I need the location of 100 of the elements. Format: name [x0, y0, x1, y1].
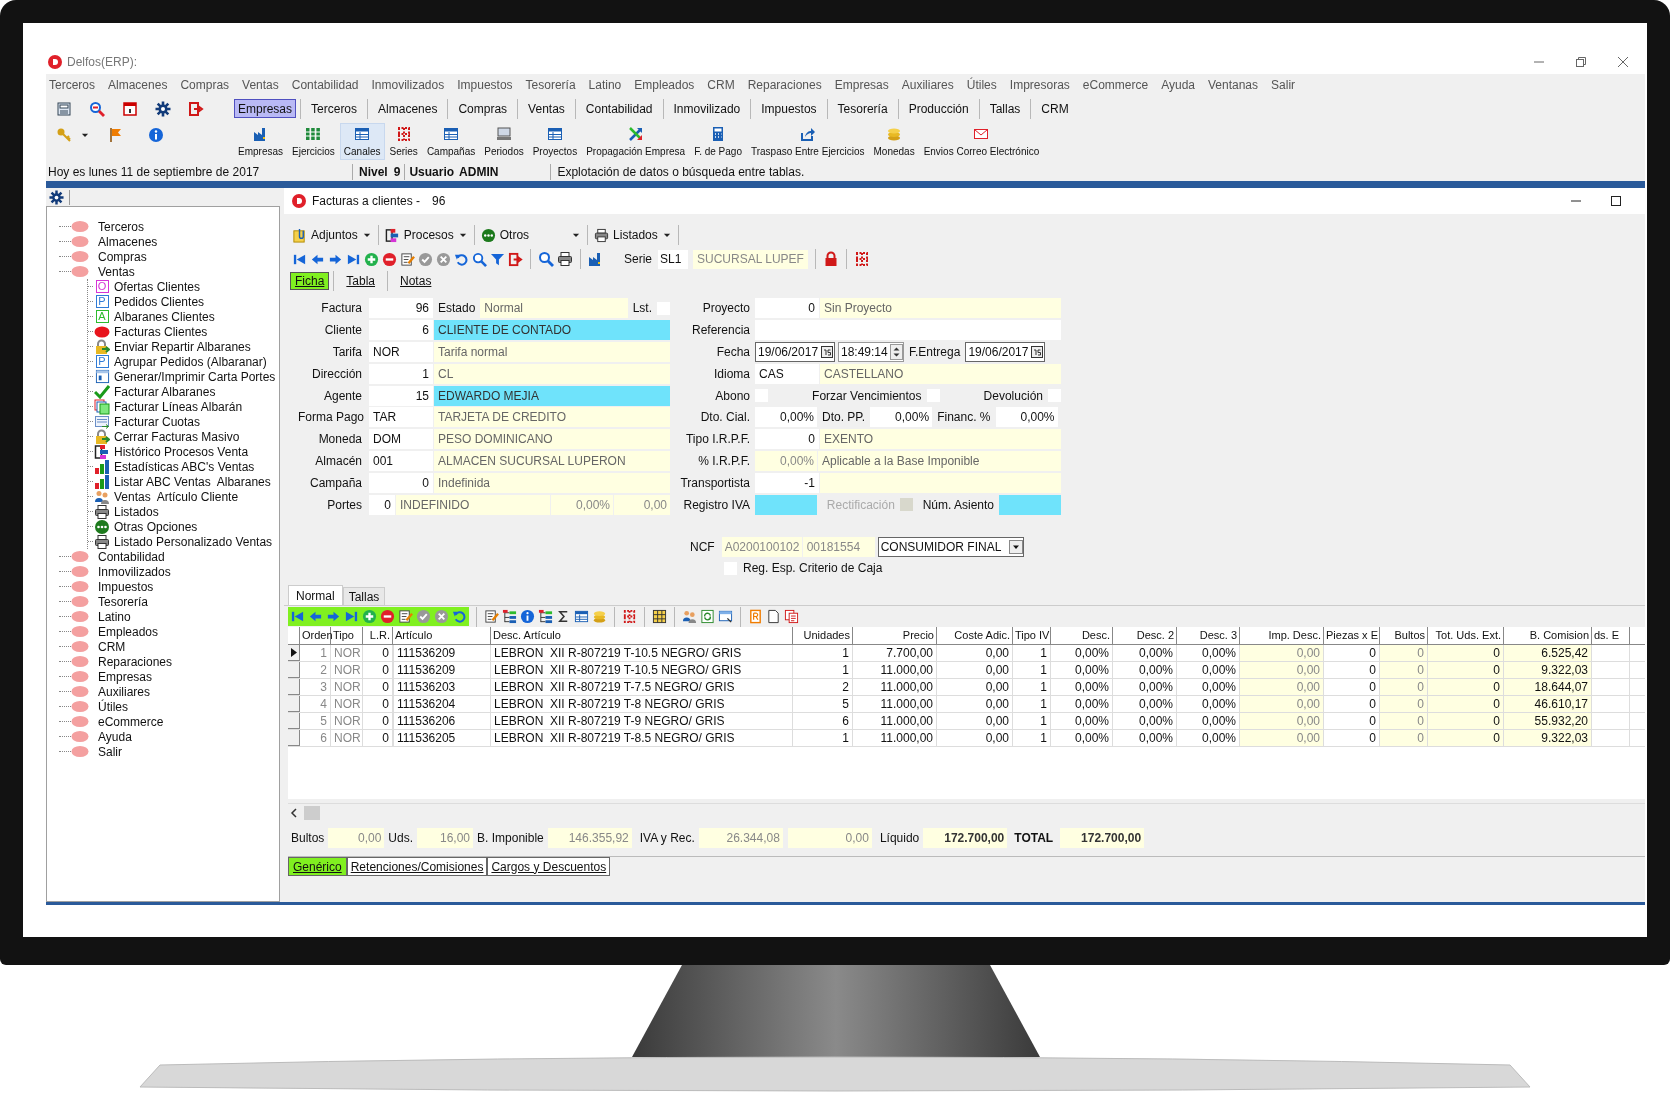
module-tab[interactable]: Almacenes: [372, 99, 444, 118]
number-field[interactable]: 6: [369, 320, 433, 341]
menu-item[interactable]: Impresoras: [1009, 75, 1070, 94]
add-icon[interactable]: [364, 251, 379, 267]
text-field[interactable]: [999, 494, 1061, 515]
amount-field[interactable]: 0,00: [614, 494, 670, 515]
column-header[interactable]: Artículo: [393, 627, 491, 644]
bottom-tab[interactable]: Genérico: [288, 857, 347, 876]
percent-field[interactable]: 0,00%: [551, 494, 613, 515]
settings-icon[interactable]: [49, 189, 64, 205]
edit-icon[interactable]: [400, 251, 415, 267]
series-code-field[interactable]: SL1: [658, 249, 688, 269]
ncf-number-field[interactable]: 00181554: [802, 537, 875, 557]
edit-icon[interactable]: [398, 609, 413, 624]
date-field[interactable]: 19/06/2017: [965, 342, 1046, 362]
info-icon[interactable]: [520, 609, 535, 624]
form-tab[interactable]: Ficha: [290, 272, 330, 290]
column-header[interactable]: Desc. 2: [1113, 627, 1177, 644]
grid-tab[interactable]: Normal: [288, 585, 343, 605]
module-tab[interactable]: Compras: [452, 99, 514, 118]
window-icon[interactable]: [718, 609, 733, 624]
search-icon[interactable]: [538, 251, 554, 267]
menu-item[interactable]: Impuestos: [457, 75, 513, 94]
column-header[interactable]: Unidades: [793, 627, 853, 644]
menu-item[interactable]: Salir: [1271, 75, 1296, 94]
percent-field[interactable]: 0,00%: [755, 450, 817, 471]
menu-item[interactable]: eCommerce: [1082, 75, 1149, 94]
menu-item[interactable]: Terceros: [49, 75, 95, 94]
printer-icon[interactable]: [557, 251, 573, 267]
description-field[interactable]: Aplicable a la Base Imponible: [818, 450, 1061, 471]
description-field[interactable]: CASTELLANO: [820, 363, 1061, 384]
toolbar-button[interactable]: Proyectos: [528, 123, 582, 160]
number-field[interactable]: 96: [369, 298, 433, 319]
toolbar-button[interactable]: Envios Correo Electrónico: [919, 123, 1044, 160]
code-field[interactable]: CAS: [755, 363, 819, 384]
module-tab[interactable]: Tallas: [983, 99, 1027, 118]
menu-item[interactable]: Ayuda: [1161, 75, 1195, 94]
menu-item[interactable]: Ventanas: [1208, 75, 1259, 94]
description-field[interactable]: CL: [434, 363, 670, 384]
table-icon[interactable]: [574, 609, 589, 624]
toolbar-button[interactable]: Series: [385, 123, 422, 160]
number-field[interactable]: 0: [369, 472, 433, 493]
column-header[interactable]: B. Comision: [1504, 627, 1592, 644]
dotted-grid-icon[interactable]: [622, 609, 637, 624]
document-icon[interactable]: [766, 609, 781, 624]
column-header[interactable]: Tipo IV: [1013, 627, 1051, 644]
column-header[interactable]: Desc. Artículo: [491, 627, 793, 644]
menu-item[interactable]: Contabilidad: [291, 75, 359, 94]
module-tab[interactable]: Tesorería: [831, 99, 894, 118]
description-field[interactable]: TARJETA DE CREDITO: [434, 407, 670, 428]
column-header[interactable]: L.R.: [363, 627, 393, 644]
form-tab[interactable]: Notas: [392, 272, 440, 290]
ncf-code-field[interactable]: A0200100102: [721, 537, 802, 557]
form-tab[interactable]: Tabla: [338, 272, 384, 290]
toolbar-button[interactable]: Canales: [339, 123, 385, 160]
bottom-tab[interactable]: Retenciones/Comisiones: [346, 857, 488, 876]
toolbar-button[interactable]: Periodos: [480, 123, 528, 160]
toolbar-button[interactable]: Ejercicios: [288, 123, 339, 160]
delete-icon[interactable]: [382, 251, 397, 267]
module-tab[interactable]: Terceros: [305, 99, 364, 118]
undo-icon[interactable]: [452, 609, 467, 624]
module-tab[interactable]: Ventas: [522, 99, 571, 118]
text-field[interactable]: [755, 494, 817, 515]
dropdown-menu-button[interactable]: Adjuntos: [290, 224, 374, 246]
grid-icon[interactable]: [652, 609, 667, 624]
code-field[interactable]: DOM: [369, 429, 433, 450]
settings-icon[interactable]: [155, 100, 171, 117]
menu-item[interactable]: Auxiliares: [901, 75, 954, 94]
calendar-icon[interactable]: [122, 100, 138, 117]
confirm-icon[interactable]: [418, 251, 433, 267]
last-record-icon[interactable]: [344, 609, 359, 624]
exit-icon[interactable]: [188, 100, 204, 117]
tree-icon[interactable]: [502, 609, 517, 624]
menu-item[interactable]: Latino: [588, 75, 622, 94]
text-field[interactable]: [755, 320, 1061, 341]
toolbar-button[interactable]: Campañas: [422, 123, 480, 160]
scrollbar-thumb[interactable]: [304, 805, 320, 820]
time-field[interactable]: 18:49:14: [838, 342, 904, 362]
close-icon[interactable]: [1615, 54, 1631, 70]
module-tab[interactable]: Inmovilizado: [667, 99, 747, 118]
column-header[interactable]: Piezas x E: [1324, 627, 1380, 644]
toolbar-button[interactable]: Traspaso Entre Ejercicios: [746, 123, 869, 160]
maximize-icon[interactable]: [1609, 194, 1623, 208]
menu-item[interactable]: Útiles: [966, 75, 997, 94]
module-tab[interactable]: Empresas: [234, 99, 297, 118]
number-field[interactable]: 1: [369, 363, 433, 384]
row-indicator[interactable]: [288, 645, 300, 661]
module-tab[interactable]: Impuestos: [755, 99, 823, 118]
code-field[interactable]: TAR: [369, 407, 433, 428]
toolbar-button[interactable]: Propagación Empresa: [582, 123, 690, 160]
toolbar-button[interactable]: F. de Pago: [690, 123, 746, 160]
number-field[interactable]: -1: [755, 472, 819, 493]
undo-icon[interactable]: [454, 251, 469, 267]
series-name-field[interactable]: SUCURSAL LUPEF: [693, 249, 808, 269]
grid-tab[interactable]: Tallas: [342, 587, 386, 605]
edit-icon[interactable]: [484, 609, 499, 624]
column-header[interactable]: Tot. Uds. Ext.: [1428, 627, 1504, 644]
restore-icon[interactable]: [1573, 54, 1589, 70]
menu-item[interactable]: Reparaciones: [747, 75, 822, 94]
search-icon[interactable]: [89, 100, 105, 117]
